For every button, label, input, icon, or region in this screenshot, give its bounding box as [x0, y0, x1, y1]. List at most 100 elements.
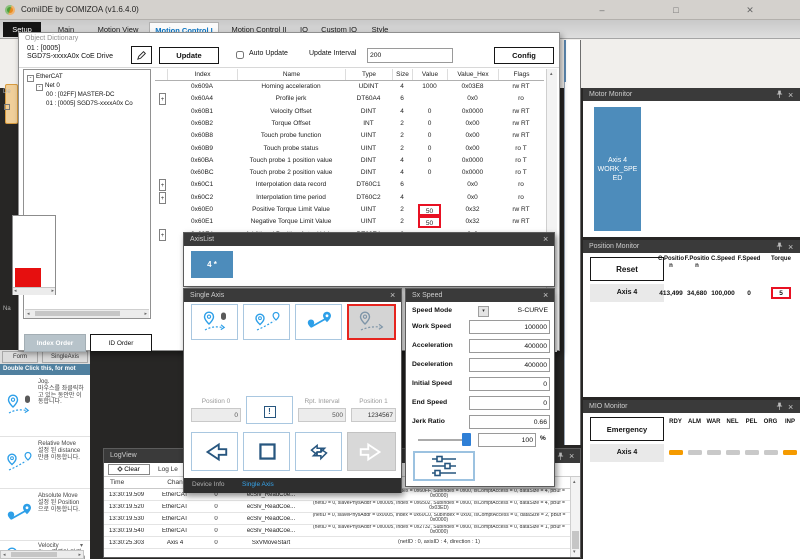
speed-ratio-slider-track[interactable]: [418, 439, 466, 441]
alarm-state-cell[interactable]: [15, 268, 41, 287]
scroll-left-icon[interactable]: ◂: [27, 311, 30, 318]
tree-node-ethercat[interactable]: -EtherCAT: [27, 73, 63, 82]
clear-log-button[interactable]: Clear: [108, 464, 150, 475]
edit-device-button[interactable]: [131, 46, 152, 64]
stop-button[interactable]: [243, 432, 290, 471]
log-row[interactable]: 13:30:19.530EtherCAT0ecSlv_ReadCoe...(ne…: [104, 513, 570, 525]
list-item-jog[interactable]: Jog.마우스를 좌클릭하고 있는 동안만 이동합니다.: [0, 375, 90, 437]
log-row[interactable]: 13:30:19.520EtherCAT0ecSlv_ReadCoe...(ne…: [104, 501, 570, 513]
expand-icon[interactable]: +: [159, 229, 166, 241]
mini-h-scrollbar[interactable]: ◂ ▸: [13, 287, 55, 295]
position0-input[interactable]: [191, 408, 241, 422]
od-table-row[interactable]: 0x609AHoming accelerationUDINT410000x03E…: [155, 81, 544, 93]
acceleration-input[interactable]: [469, 339, 550, 353]
update-interval-input[interactable]: [367, 48, 453, 63]
speed-mode-dropdown[interactable]: ▾: [478, 306, 489, 317]
mio-row-label[interactable]: Axis 4: [590, 444, 664, 462]
motor-monitor-tile[interactable]: Axis 4 WORK_SPEED: [594, 107, 641, 231]
close-icon[interactable]: ×: [788, 90, 793, 100]
tree-node-master[interactable]: 00 : [02FF] MASTER-DC: [46, 91, 114, 98]
list-item-relative-move[interactable]: Relative Move설정 된 distance 만큼 이동합니다.: [0, 437, 90, 489]
scroll-left-icon[interactable]: ◂: [14, 288, 17, 295]
log-v-scrollbar[interactable]: ▴ ▾: [570, 477, 580, 557]
close-icon[interactable]: ×: [543, 290, 548, 300]
od-table-row[interactable]: 0x60BCTouch probe 2 position valueDINT40…: [155, 167, 544, 179]
collapse-icon[interactable]: -: [27, 75, 34, 82]
speed-ratio-slider-handle[interactable]: [462, 433, 471, 446]
scroll-thumb[interactable]: [572, 531, 579, 549]
pin-icon[interactable]: [557, 452, 564, 461]
expand-icon[interactable]: +: [159, 93, 166, 105]
scroll-thumb[interactable]: [11, 552, 57, 557]
close-icon[interactable]: ×: [788, 402, 793, 412]
scroll-thumb[interactable]: [35, 311, 120, 316]
od-table-row[interactable]: 0x60B2Torque OffsetINT200x00rw RT: [155, 118, 544, 130]
od-table-row[interactable]: 0x60E1Negative Torque Limit ValueUINT250…: [155, 216, 544, 228]
scroll-right-icon[interactable]: ▸: [51, 288, 54, 295]
od-table-row[interactable]: +0x60A4Profile jerkDT60A460x0ro: [155, 93, 544, 105]
expand-icon[interactable]: +: [159, 192, 166, 204]
scroll-up-icon[interactable]: ▴: [573, 479, 576, 486]
maximize-icon[interactable]: □: [668, 3, 684, 17]
list-item-absolute-move[interactable]: Absolute Move설정 된 Position 으로 이동합니다.: [0, 489, 90, 541]
move-positive-button[interactable]: [347, 432, 396, 471]
pin-icon[interactable]: [776, 402, 783, 411]
index-order-button[interactable]: Index Order: [24, 334, 86, 352]
od-table-row[interactable]: 0x60BATouch probe 1 position valueDINT40…: [155, 155, 544, 167]
scroll-down-icon[interactable]: ▾: [573, 549, 576, 556]
scroll-down-icon[interactable]: ▾: [80, 542, 83, 549]
scroll-left-icon[interactable]: ◂: [3, 552, 6, 559]
pin-icon[interactable]: [776, 90, 783, 99]
move-negative-button[interactable]: [191, 432, 238, 471]
scroll-right-icon[interactable]: ▸: [78, 552, 81, 559]
speed-ratio-input[interactable]: [478, 433, 536, 447]
od-table-row[interactable]: 0x60B1Velocity OffsetDINT400x0000rw RT: [155, 106, 544, 118]
collapse-icon[interactable]: -: [36, 84, 43, 91]
velocity-move-button[interactable]: [347, 304, 396, 340]
relative-move-button[interactable]: [243, 304, 290, 340]
od-table-row[interactable]: 0x60E0Positive Torque Limit ValueUINT250…: [155, 204, 544, 216]
scroll-right-icon[interactable]: ▸: [144, 311, 147, 318]
close-icon[interactable]: ×: [543, 234, 548, 244]
od-table-row[interactable]: +0x60C1Interpolation data recordDT60C160…: [155, 179, 544, 191]
close-icon[interactable]: ×: [390, 290, 395, 300]
position-row-label[interactable]: Axis 4: [590, 284, 664, 302]
axis-tile-4[interactable]: 4 *: [191, 251, 233, 278]
od-table-row[interactable]: 0x60B9Touch probe statusUINT200x00ro T: [155, 143, 544, 155]
log-row[interactable]: 13:30:25.303Axis 40SxVMoveStart(netID : …: [104, 537, 570, 549]
tree-node-net0[interactable]: -Net 0: [36, 82, 60, 91]
minimize-icon[interactable]: –: [594, 3, 610, 17]
tab-single-axis[interactable]: Single Axis: [242, 481, 274, 488]
emergency-button[interactable]: Emergency: [590, 417, 664, 441]
pin-icon[interactable]: [776, 242, 783, 251]
expand-icon[interactable]: +: [159, 179, 166, 191]
collapse-icon[interactable]: [4, 104, 10, 110]
interrupt-button[interactable]: !: [246, 396, 293, 424]
tab-device-info[interactable]: Device Info: [192, 481, 225, 488]
tree-node-slave[interactable]: 01 : [0005] SGD7S-xxxxA0x Co: [46, 100, 133, 107]
advanced-settings-button[interactable]: [413, 451, 475, 481]
close-icon[interactable]: ✕: [742, 3, 758, 17]
scroll-up-icon[interactable]: ▴: [550, 71, 553, 78]
jerk-ratio-input[interactable]: [469, 415, 550, 429]
log-row[interactable]: 13:30:19.540EtherCAT0ecSlv_ReadCoe...(ne…: [104, 525, 570, 537]
jog-mode-button[interactable]: [191, 304, 238, 340]
rpt-interval-input[interactable]: [298, 408, 346, 422]
reset-button[interactable]: Reset: [590, 257, 664, 281]
work-speed-input[interactable]: [469, 320, 550, 334]
initial-speed-input[interactable]: [469, 377, 550, 391]
end-speed-input[interactable]: [469, 396, 550, 410]
absolute-move-button[interactable]: [295, 304, 342, 340]
update-button[interactable]: Update: [159, 47, 219, 64]
repeat-move-button[interactable]: [295, 432, 342, 471]
tree-h-scrollbar[interactable]: ◂ ▸: [25, 309, 149, 318]
auto-update-checkbox[interactable]: [236, 51, 244, 59]
form-button[interactable]: Form: [2, 351, 38, 363]
deceleration-input[interactable]: [469, 358, 550, 372]
single-axis-button[interactable]: SingleAxis: [42, 351, 88, 363]
id-order-button[interactable]: ID Order: [90, 334, 152, 352]
close-icon[interactable]: ×: [569, 451, 574, 461]
position1-input[interactable]: [351, 408, 396, 422]
od-table-row[interactable]: +0x60C2Interpolation time periodDT60C240…: [155, 192, 544, 204]
od-table-row[interactable]: 0x60B8Touch probe functionUINT200x00rw R…: [155, 130, 544, 142]
